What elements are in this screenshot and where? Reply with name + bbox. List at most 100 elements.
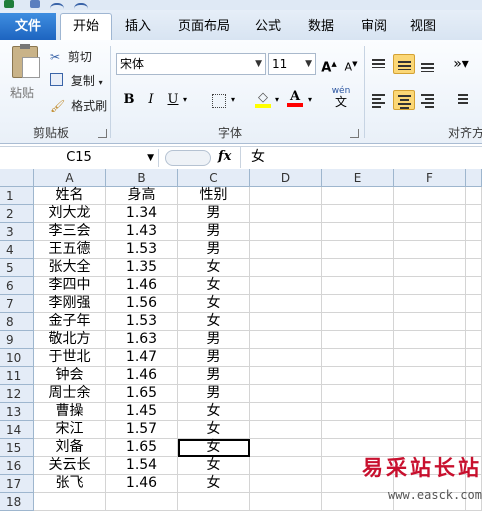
table-cell[interactable]: 张飞 <box>34 475 106 493</box>
table-cell[interactable] <box>394 205 466 223</box>
table-cell[interactable] <box>466 295 482 313</box>
font-dialog-launcher[interactable] <box>350 129 359 138</box>
table-cell[interactable]: 曹操 <box>34 403 106 421</box>
table-cell[interactable]: 1.53 <box>106 241 178 259</box>
table-cell[interactable] <box>250 421 322 439</box>
name-box[interactable]: C15 ▼ <box>0 149 159 167</box>
align-bottom-button[interactable] <box>417 54 439 74</box>
table-cell[interactable]: 1.56 <box>106 295 178 313</box>
table-cell[interactable]: 1.46 <box>106 475 178 493</box>
row-header[interactable]: 6 <box>0 277 34 295</box>
column-header-f[interactable]: F <box>394 169 466 187</box>
bold-button[interactable]: B <box>118 90 140 110</box>
table-cell[interactable]: 1.34 <box>106 205 178 223</box>
row-header[interactable]: 17 <box>0 475 34 493</box>
table-cell[interactable]: 李四中 <box>34 277 106 295</box>
table-cell[interactable] <box>466 205 482 223</box>
undo-icon[interactable] <box>50 3 64 10</box>
row-header[interactable]: 13 <box>0 403 34 421</box>
table-cell[interactable] <box>322 385 394 403</box>
table-cell[interactable] <box>250 403 322 421</box>
table-cell[interactable]: 女 <box>178 475 250 493</box>
row-header[interactable]: 1 <box>0 187 34 205</box>
table-cell[interactable]: 1.46 <box>106 277 178 295</box>
table-cell[interactable]: 女 <box>178 259 250 277</box>
table-cell[interactable] <box>250 385 322 403</box>
table-cell[interactable] <box>322 493 394 511</box>
table-cell[interactable] <box>322 403 394 421</box>
column-header-b[interactable]: B <box>106 169 178 187</box>
table-cell[interactable] <box>250 331 322 349</box>
table-cell[interactable]: 女 <box>178 403 250 421</box>
table-cell[interactable]: 宋江 <box>34 421 106 439</box>
row-header[interactable]: 3 <box>0 223 34 241</box>
table-cell[interactable] <box>394 313 466 331</box>
grow-font-button[interactable]: A▲ <box>318 54 340 75</box>
table-cell[interactable] <box>394 259 466 277</box>
table-cell[interactable]: 男 <box>178 385 250 403</box>
table-cell[interactable] <box>394 277 466 295</box>
table-cell[interactable]: 男 <box>178 367 250 385</box>
underline-dropdown-icon[interactable]: ▾ <box>180 90 190 110</box>
table-cell[interactable] <box>322 259 394 277</box>
table-cell[interactable] <box>250 241 322 259</box>
table-cell[interactable] <box>466 313 482 331</box>
row-header[interactable]: 4 <box>0 241 34 259</box>
column-header-c[interactable]: C <box>178 169 250 187</box>
table-cell[interactable] <box>322 349 394 367</box>
tab-insert[interactable]: 插入 <box>112 16 164 38</box>
table-cell[interactable] <box>250 439 322 457</box>
table-cell[interactable]: 性别 <box>178 187 250 205</box>
table-cell[interactable] <box>322 277 394 295</box>
table-cell[interactable] <box>250 205 322 223</box>
column-header-a[interactable]: A <box>34 169 106 187</box>
copy-dropdown-icon[interactable]: ▾ <box>99 78 103 87</box>
table-cell[interactable] <box>466 259 482 277</box>
select-all-corner[interactable] <box>0 169 34 187</box>
table-cell[interactable]: 身高 <box>106 187 178 205</box>
row-header[interactable]: 8 <box>0 313 34 331</box>
align-center-button[interactable] <box>393 90 415 110</box>
formula-bar-resize-handle[interactable] <box>165 150 211 166</box>
italic-button[interactable]: I <box>140 90 162 110</box>
table-cell[interactable] <box>466 277 482 295</box>
borders-dropdown-icon[interactable]: ▾ <box>228 90 238 110</box>
table-cell[interactable] <box>322 313 394 331</box>
table-cell[interactable]: 刘大龙 <box>34 205 106 223</box>
borders-icon[interactable] <box>208 90 230 110</box>
font-color-icon[interactable]: A <box>284 87 306 107</box>
table-cell[interactable] <box>250 259 322 277</box>
table-cell[interactable]: 周士余 <box>34 385 106 403</box>
align-top-button[interactable] <box>368 54 390 74</box>
orientation-icon[interactable]: »▾ <box>450 54 472 74</box>
row-header[interactable]: 9 <box>0 331 34 349</box>
table-cell[interactable] <box>250 295 322 313</box>
table-cell[interactable] <box>466 403 482 421</box>
table-cell[interactable] <box>322 331 394 349</box>
shrink-font-button[interactable]: A▼ <box>340 54 362 74</box>
selected-cell[interactable]: 女 <box>178 439 250 457</box>
save-icon[interactable] <box>30 0 40 8</box>
row-header[interactable]: 14 <box>0 421 34 439</box>
row-header[interactable]: 11 <box>0 367 34 385</box>
column-header-g[interactable] <box>466 169 482 187</box>
tab-home[interactable]: 开始 <box>60 13 112 41</box>
table-cell[interactable] <box>466 223 482 241</box>
row-header[interactable]: 2 <box>0 205 34 223</box>
formula-input[interactable]: 女 <box>240 147 482 168</box>
table-cell[interactable] <box>466 187 482 205</box>
cut-button[interactable]: ✂ 剪切 <box>50 48 92 66</box>
table-cell[interactable]: 1.46 <box>106 367 178 385</box>
table-cell[interactable]: 姓名 <box>34 187 106 205</box>
decrease-indent-icon[interactable] <box>450 90 472 110</box>
table-cell[interactable] <box>250 475 322 493</box>
column-header-e[interactable]: E <box>322 169 394 187</box>
table-cell[interactable]: 女 <box>178 457 250 475</box>
insert-function-button[interactable]: fx <box>218 149 231 164</box>
table-cell[interactable]: 1.54 <box>106 457 178 475</box>
table-cell[interactable] <box>250 367 322 385</box>
format-painter-button[interactable]: 🖌 格式刷 <box>50 97 107 115</box>
paste-button[interactable]: 粘贴 <box>6 44 44 104</box>
table-cell[interactable] <box>34 493 106 511</box>
align-left-button[interactable] <box>368 90 390 110</box>
